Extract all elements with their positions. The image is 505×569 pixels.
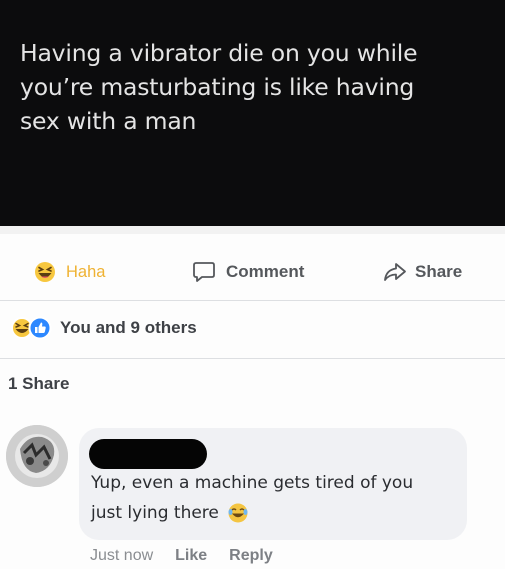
- post-text-line: you’re masturbating is like having: [20, 73, 415, 101]
- haha-label: Haha: [66, 262, 106, 281]
- comment-line: just lying there: [91, 498, 461, 528]
- action-bar: Haha Comment Share: [0, 250, 505, 294]
- divider: [0, 358, 505, 359]
- comment-like-button[interactable]: Like: [175, 547, 207, 565]
- reaction-icons: [10, 316, 56, 340]
- post-card: Having a vibrator die on you while you’r…: [0, 0, 505, 226]
- comment-timestamp: Just now: [90, 547, 154, 564]
- share-arrow-icon: [384, 263, 406, 281]
- share-button[interactable]: Share: [383, 250, 462, 294]
- commenter-avatar[interactable]: [6, 425, 68, 487]
- share-label: Share: [415, 262, 463, 281]
- comment-icon: [193, 262, 215, 282]
- divider: [0, 300, 505, 301]
- post-text-line: sex with a man: [20, 107, 197, 135]
- comment-line: Yup, even a machine gets tired of you: [91, 473, 414, 493]
- like-reaction-icon: [28, 316, 52, 340]
- comment-meta: Just now Like Reply: [90, 544, 273, 568]
- avatar-image: [6, 425, 68, 487]
- reactions-summary[interactable]: You and 9 others: [10, 311, 197, 345]
- redacted-commenter-name: [89, 439, 207, 469]
- comment-label: Comment: [226, 262, 305, 281]
- comment-button[interactable]: Comment: [192, 250, 304, 294]
- haha-reaction-button[interactable]: Haha: [34, 250, 105, 294]
- shares-count[interactable]: 1 Share: [8, 374, 69, 394]
- comment-text: Yup, even a machine gets tired of you ju…: [91, 468, 461, 528]
- reactions-count-text: You and 9 others: [60, 318, 197, 337]
- facebook-post-screenshot: Having a vibrator die on you while you’r…: [0, 0, 505, 569]
- post-text: Having a vibrator die on you while you’r…: [20, 36, 490, 138]
- comment-reply-button[interactable]: Reply: [229, 547, 273, 565]
- post-separator: [0, 226, 505, 234]
- post-text-line: Having a vibrator die on you while: [20, 39, 418, 67]
- laughing-emoji-icon: [228, 503, 248, 523]
- haha-emoji-icon: [35, 262, 55, 282]
- comment-bubble: Yup, even a machine gets tired of you ju…: [79, 428, 467, 540]
- comment-line-text: just lying there: [91, 503, 219, 523]
